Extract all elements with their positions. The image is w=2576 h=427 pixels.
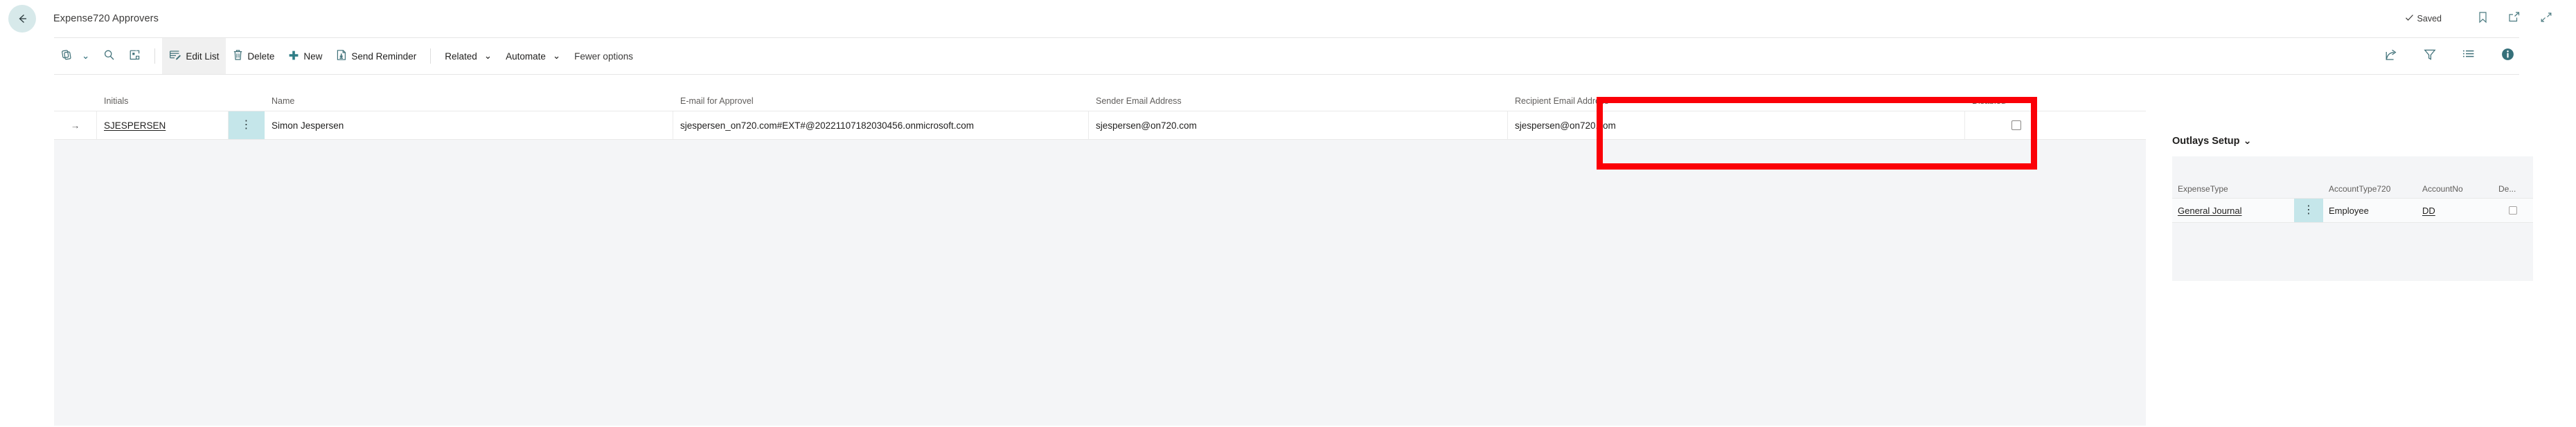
header-actions: Saved bbox=[2405, 7, 2576, 30]
saved-label: Saved bbox=[2417, 14, 2442, 24]
new-button[interactable]: New bbox=[281, 38, 329, 74]
approvers-grid: Initials Name E-mail for Approvel Sender… bbox=[54, 83, 2146, 427]
edit-list-button[interactable]: Edit List bbox=[162, 38, 226, 74]
filter-button[interactable] bbox=[2418, 44, 2442, 68]
chevron-down-icon: ⌄ bbox=[483, 51, 492, 61]
de-checkbox[interactable] bbox=[2509, 206, 2517, 215]
filter-icon bbox=[2424, 48, 2436, 64]
grid-empty-area bbox=[54, 140, 2146, 426]
column-header-recipient-email-address[interactable]: Recipient Email Address bbox=[1508, 96, 1965, 106]
send-reminder-button[interactable]: Send Reminder bbox=[329, 38, 423, 74]
list-view-button[interactable] bbox=[2457, 44, 2480, 68]
back-arrow-icon bbox=[15, 12, 29, 26]
open-in-excel-button[interactable] bbox=[122, 38, 148, 74]
vertical-dots-icon: ⋮ bbox=[240, 119, 252, 131]
command-divider-1 bbox=[154, 48, 156, 64]
bookmark-button[interactable] bbox=[2471, 7, 2494, 30]
chevron-down-icon: ⌄ bbox=[2243, 136, 2252, 147]
send-reminder-label: Send Reminder bbox=[351, 51, 417, 62]
share-icon bbox=[2385, 48, 2398, 64]
outlays-column-accounttype720[interactable]: AccountType720 bbox=[2323, 184, 2417, 194]
fewer-options-label: Fewer options bbox=[574, 51, 633, 62]
share-button[interactable] bbox=[2379, 44, 2403, 68]
edit-list-icon bbox=[169, 49, 181, 63]
accountno-link[interactable]: DD bbox=[2422, 206, 2435, 216]
checkmark-icon bbox=[2405, 13, 2414, 24]
send-reminder-icon bbox=[336, 49, 347, 63]
vertical-dots-icon: ⋮ bbox=[2303, 204, 2314, 217]
outlays-header-row: ExpenseType AccountType720 AccountNo De.… bbox=[2172, 156, 2533, 198]
top-header-bar: Expense720 Approvers Saved bbox=[0, 0, 2576, 37]
cell-recipient-email-address[interactable]: sjespersen@on720.com bbox=[1508, 111, 1965, 139]
related-menu[interactable]: Related ⌄ bbox=[438, 38, 499, 74]
automate-menu[interactable]: Automate ⌄ bbox=[499, 38, 567, 74]
back-button[interactable] bbox=[8, 5, 36, 33]
trash-icon bbox=[233, 49, 243, 63]
plus-icon bbox=[288, 50, 299, 63]
outlays-table-row[interactable]: General Journal ⋮ Employee DD bbox=[2172, 198, 2533, 223]
saved-status: Saved bbox=[2405, 13, 2442, 24]
row-indicator-arrow: → bbox=[54, 111, 97, 139]
chevron-down-icon: ⌄ bbox=[552, 51, 561, 61]
outlays-cell-accounttype720[interactable]: Employee bbox=[2323, 199, 2417, 222]
automate-label: Automate bbox=[506, 51, 546, 62]
outlays-column-accountno[interactable]: AccountNo bbox=[2417, 184, 2493, 194]
cell-sender-email-address[interactable]: sjespersen@on720.com bbox=[1089, 111, 1508, 139]
collapse-arrows-icon bbox=[2540, 12, 2552, 26]
search-button[interactable] bbox=[96, 38, 122, 74]
open-in-new-window-icon bbox=[2508, 11, 2521, 26]
outlays-setup-panel: Outlays Setup ⌄ ExpenseType AccountType7… bbox=[2172, 136, 2533, 281]
pages-and-share-button[interactable]: ⌄ bbox=[54, 38, 96, 74]
info-icon bbox=[2501, 48, 2514, 64]
info-button[interactable] bbox=[2496, 44, 2519, 68]
row-menu-button[interactable]: ⋮ bbox=[229, 111, 265, 139]
list-view-icon bbox=[2462, 49, 2475, 64]
page-title: Expense720 Approvers bbox=[53, 13, 159, 24]
delete-label: Delete bbox=[247, 51, 275, 62]
outlays-column-expensetype[interactable]: ExpenseType bbox=[2172, 184, 2294, 194]
outlays-cell-de[interactable] bbox=[2493, 199, 2533, 222]
outlays-row-menu-button[interactable]: ⋮ bbox=[2294, 199, 2323, 222]
outlays-column-de[interactable]: De... bbox=[2493, 184, 2533, 194]
disabled-checkbox[interactable] bbox=[2011, 120, 2021, 130]
cell-name[interactable]: Simon Jespersen bbox=[265, 111, 673, 139]
outlays-setup-title: Outlays Setup bbox=[2172, 136, 2240, 147]
column-header-email-for-approvel[interactable]: E-mail for Approvel bbox=[673, 96, 1089, 106]
column-header-sender-email-address[interactable]: Sender Email Address bbox=[1089, 96, 1508, 106]
edit-list-label: Edit List bbox=[186, 51, 220, 62]
open-in-new-window-button[interactable] bbox=[2503, 7, 2526, 30]
column-header-initials[interactable]: Initials bbox=[97, 96, 229, 106]
command-bar-bottom-divider bbox=[54, 74, 2519, 75]
command-bar: ⌄ Edit List Delete New Send Reminder Rel… bbox=[0, 37, 2576, 75]
expensetype-link[interactable]: General Journal bbox=[2178, 206, 2242, 216]
fewer-options-button[interactable]: Fewer options bbox=[567, 38, 640, 74]
collapse-button[interactable] bbox=[2534, 7, 2558, 30]
cell-disabled[interactable] bbox=[1965, 111, 2068, 139]
outlays-setup-header[interactable]: Outlays Setup ⌄ bbox=[2172, 136, 2533, 147]
bookmark-icon bbox=[2478, 11, 2488, 27]
related-label: Related bbox=[445, 51, 477, 62]
open-in-excel-icon bbox=[129, 49, 141, 63]
pages-and-share-icon bbox=[61, 49, 75, 64]
search-icon bbox=[103, 49, 115, 63]
outlays-cell-expensetype[interactable]: General Journal bbox=[2172, 199, 2294, 222]
command-divider-2 bbox=[430, 48, 432, 64]
delete-button[interactable]: Delete bbox=[226, 38, 281, 74]
chevron-down-icon: ⌄ bbox=[82, 51, 90, 61]
column-header-disabled[interactable]: Disabled bbox=[1965, 96, 2068, 106]
cell-email-for-approvel[interactable]: sjespersen_on720.com#EXT#@20221107182030… bbox=[673, 111, 1089, 139]
outlays-cell-accountno[interactable]: DD bbox=[2417, 199, 2493, 222]
outlays-setup-card: ExpenseType AccountType720 AccountNo De.… bbox=[2172, 156, 2533, 281]
grid-header-row: Initials Name E-mail for Approvel Sender… bbox=[54, 83, 2146, 111]
new-label: New bbox=[303, 51, 323, 62]
initials-link[interactable]: SJESPERSEN bbox=[104, 120, 166, 131]
table-row[interactable]: → SJESPERSEN ⋮ Simon Jespersen sjesperse… bbox=[54, 111, 2146, 140]
cell-initials[interactable]: SJESPERSEN bbox=[97, 111, 229, 139]
column-header-name[interactable]: Name bbox=[265, 96, 673, 106]
